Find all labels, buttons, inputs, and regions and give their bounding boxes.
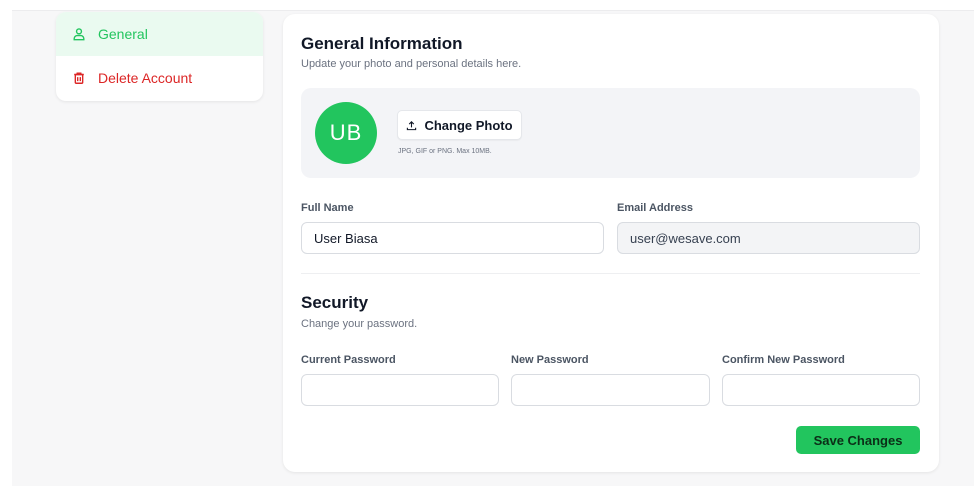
- change-photo-label: Change Photo: [424, 117, 513, 133]
- settings-card: General Information Update your photo an…: [283, 14, 939, 472]
- photo-hint: JPG, GIF or PNG. Max 10MB.: [398, 148, 492, 155]
- change-photo-button[interactable]: Change Photo: [397, 110, 522, 140]
- general-subtitle: Update your photo and personal details h…: [301, 58, 522, 70]
- avatar: UB: [315, 102, 377, 164]
- current-password-input[interactable]: [301, 374, 499, 406]
- general-title: General Information: [301, 34, 463, 53]
- new-password-input[interactable]: [511, 374, 710, 406]
- security-title: Security: [301, 293, 369, 312]
- settings-sidebar: General Delete Account: [56, 12, 263, 101]
- user-icon: [73, 28, 85, 41]
- upload-icon: [407, 120, 417, 130]
- current-password-label: Current Password: [301, 354, 396, 366]
- confirm-password-label: Confirm New Password: [722, 354, 845, 366]
- sidebar-item-label: Delete Account: [98, 70, 193, 86]
- save-changes-button[interactable]: Save Changes: [796, 426, 920, 454]
- email-input[interactable]: [617, 222, 920, 254]
- sidebar-item-delete-account[interactable]: Delete Account: [56, 56, 263, 100]
- new-password-label: New Password: [511, 354, 589, 366]
- security-subtitle: Change your password.: [301, 318, 418, 330]
- confirm-password-input[interactable]: [722, 374, 920, 406]
- sidebar-item-general[interactable]: General: [56, 12, 263, 56]
- photo-section: UB Change Photo JPG, GIF or PNG. Max 10M…: [301, 88, 920, 178]
- full-name-input[interactable]: [301, 222, 604, 254]
- email-label: Email Address: [617, 202, 694, 214]
- full-name-label: Full Name: [301, 202, 354, 214]
- trash-icon: [74, 72, 84, 84]
- section-divider: [301, 273, 920, 274]
- sidebar-item-label: General: [98, 26, 148, 42]
